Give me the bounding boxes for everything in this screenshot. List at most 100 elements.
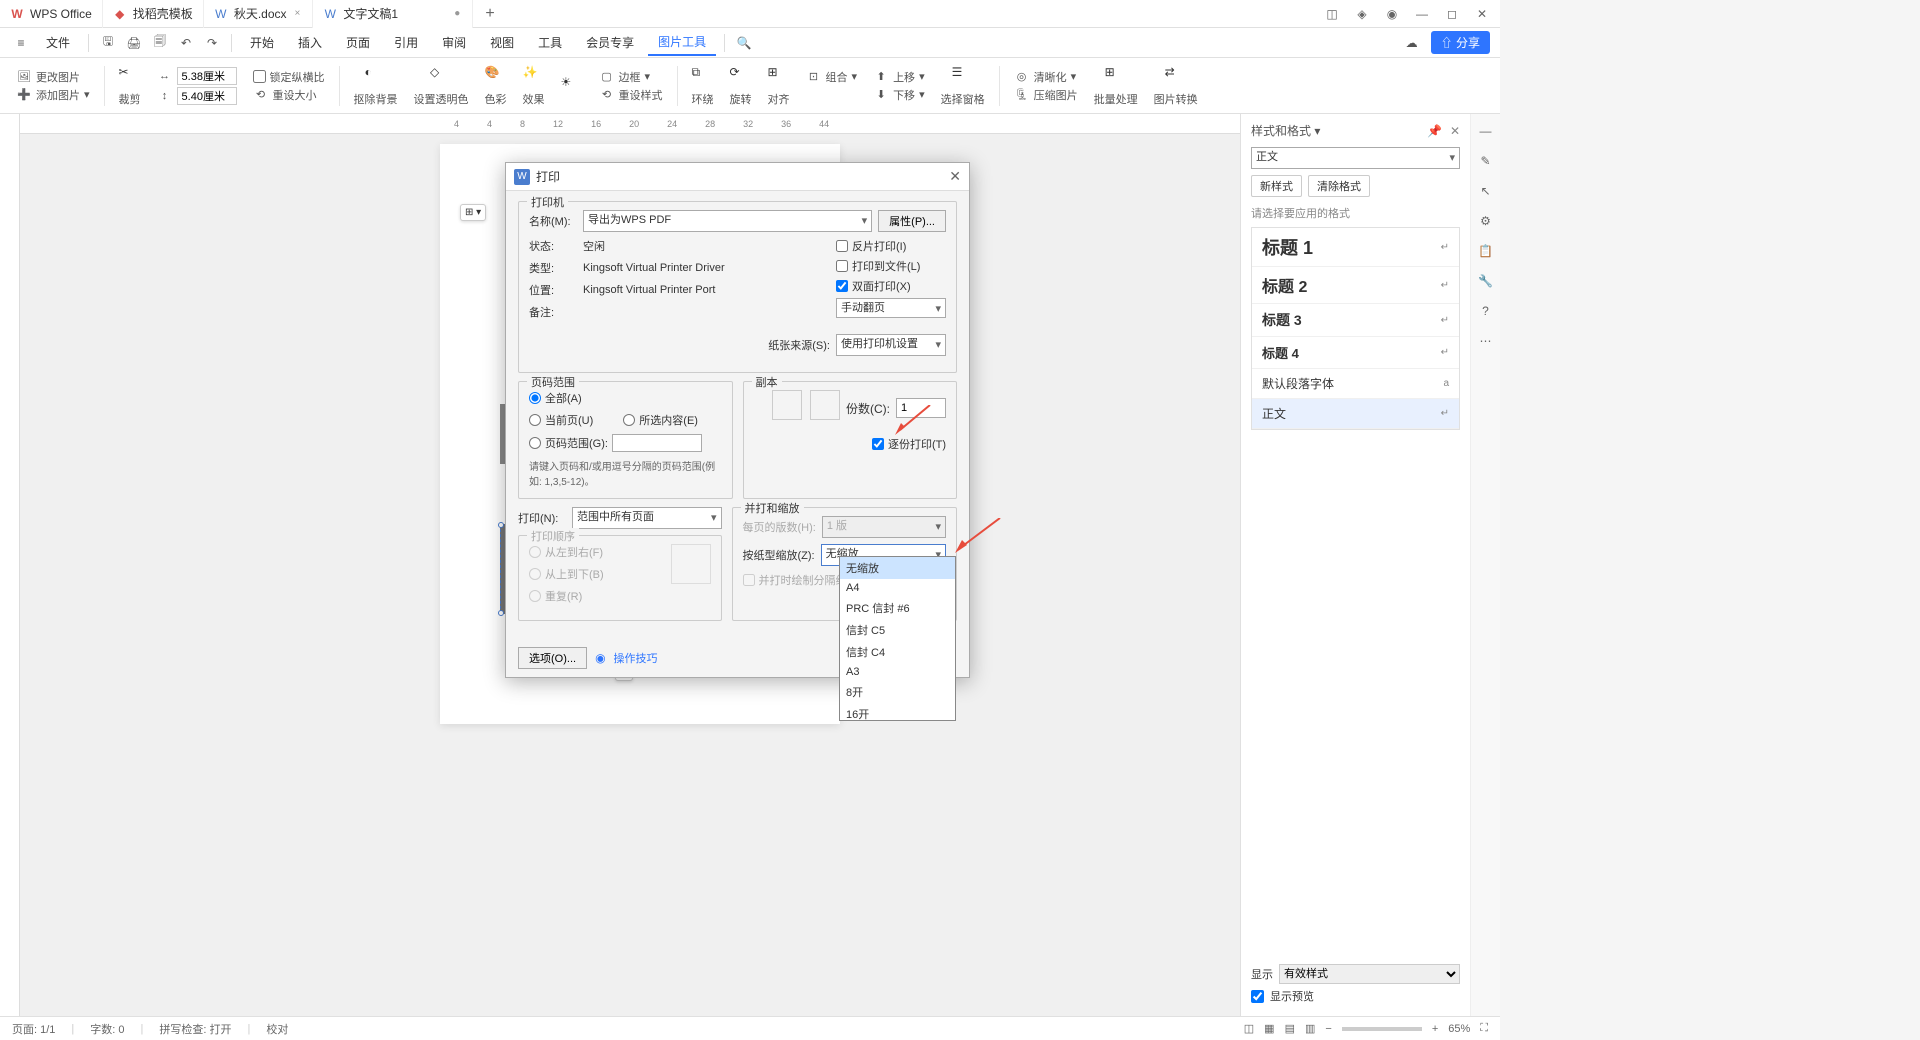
dropdown-item[interactable]: 8开 (840, 681, 955, 703)
zoom-out-icon[interactable]: − (1325, 1023, 1331, 1035)
add-picture-button[interactable]: ➕添加图片 ▾ (16, 87, 90, 103)
style-heading4[interactable]: 标题 4↵ (1252, 337, 1459, 369)
reset-style-button[interactable]: ⟲重设样式 (599, 87, 663, 103)
page-range-input[interactable] (612, 434, 702, 452)
view-icon[interactable]: ▤ (1285, 1022, 1295, 1035)
close-icon[interactable]: ✕ (949, 168, 961, 185)
close-window-icon[interactable]: ✕ (1474, 6, 1490, 22)
view-icon[interactable]: ▦ (1264, 1022, 1274, 1035)
tools-icon[interactable]: 🔧 (1478, 274, 1493, 288)
collapse-icon[interactable]: — (1480, 124, 1492, 138)
menu-icon[interactable]: ≡ (10, 32, 32, 54)
print-icon[interactable]: 🖨 (123, 32, 145, 54)
select-pane-button[interactable]: ☰选择窗格 (935, 63, 991, 109)
window-icon[interactable]: ◫ (1324, 6, 1340, 22)
menu-insert[interactable]: 插入 (288, 30, 332, 55)
duplex-checkbox[interactable]: 双面打印(X) (836, 278, 946, 294)
close-icon[interactable]: × (293, 8, 303, 19)
spell-check-status[interactable]: 拼写检查: 打开 (159, 1021, 231, 1037)
layout-widget[interactable]: ⊞ ▾ (460, 204, 486, 221)
reset-size-button[interactable]: ⟲重设大小 (253, 87, 325, 103)
search-icon[interactable]: 🔍 (733, 32, 755, 54)
height-input[interactable] (177, 87, 237, 105)
collate-checkbox[interactable]: 逐份打印(T) (754, 436, 947, 452)
style-heading2[interactable]: 标题 2↵ (1252, 267, 1459, 304)
clarity-button[interactable]: ◎清晰化 ▾ (1014, 69, 1078, 85)
proof-status[interactable]: 校对 (266, 1021, 288, 1037)
rotate-button[interactable]: ⟳旋转 (724, 63, 758, 109)
close-icon[interactable]: ✕ (1450, 124, 1460, 138)
page-status[interactable]: 页面: 1/1 (12, 1021, 55, 1037)
clipboard-icon[interactable]: 📋 (1478, 244, 1493, 258)
tab-wps-office[interactable]: W WPS Office (0, 0, 103, 28)
color-button[interactable]: 🎨色彩 (479, 63, 513, 109)
style-heading1[interactable]: 标题 1↵ (1252, 228, 1459, 267)
pin-icon[interactable]: 📌 (1427, 124, 1442, 138)
batch-button[interactable]: ⊞批量处理 (1088, 63, 1144, 109)
new-tab-button[interactable]: + (473, 5, 506, 23)
transparent-button[interactable]: ◇设置透明色 (408, 63, 475, 109)
zoom-in-icon[interactable]: + (1432, 1023, 1438, 1035)
border-button[interactable]: ▢边框 ▾ (599, 69, 663, 85)
lock-ratio-checkbox[interactable]: 锁定纵横比 (253, 69, 325, 85)
save-icon[interactable]: 🖫 (97, 32, 119, 54)
style-body[interactable]: 正文↵ (1252, 399, 1459, 429)
menu-start[interactable]: 开始 (240, 30, 284, 55)
dropdown-item[interactable]: 无缩放 (840, 557, 955, 579)
backward-button[interactable]: ⬇下移 ▾ (873, 87, 925, 103)
reverse-print-checkbox[interactable]: 反片打印(I) (836, 238, 946, 254)
resize-handle[interactable] (498, 522, 504, 528)
menu-picture-tools[interactable]: 图片工具 (648, 29, 716, 56)
new-style-button[interactable]: 新样式 (1251, 175, 1302, 197)
preview-checkbox[interactable]: 显示预览 (1251, 988, 1460, 1004)
help-icon[interactable]: ? (1482, 304, 1489, 318)
word-count[interactable]: 字数: 0 (90, 1021, 124, 1037)
print-to-file-checkbox[interactable]: 打印到文件(L) (836, 258, 946, 274)
zoom-value[interactable]: 65% (1448, 1023, 1470, 1035)
show-filter-select[interactable]: 有效样式 (1279, 964, 1460, 984)
menu-page[interactable]: 页面 (336, 30, 380, 55)
close-icon[interactable]: ● (452, 8, 462, 19)
menu-view[interactable]: 视图 (480, 30, 524, 55)
paper-source-select[interactable]: 使用打印机设置 (836, 334, 946, 356)
menu-tools[interactable]: 工具 (528, 30, 572, 55)
convert-button[interactable]: ⇄图片转换 (1148, 63, 1204, 109)
cursor-icon[interactable]: ↖ (1480, 184, 1490, 198)
dropdown-item[interactable]: A4 (840, 579, 955, 597)
remove-bg-button[interactable]: ◐抠除背景 (348, 63, 404, 109)
dropdown-item[interactable]: 16开 (840, 703, 955, 721)
dropdown-item[interactable]: A3 (840, 663, 955, 681)
tab-template[interactable]: ◆ 找稻壳模板 (103, 0, 204, 28)
page-range-radio[interactable]: 页码范围(G): (529, 434, 722, 452)
current-style-select[interactable]: 正文 (1251, 147, 1460, 169)
effect-button[interactable]: ✨效果 (517, 63, 551, 109)
dropdown-item[interactable]: 信封 C5 (840, 619, 955, 641)
redo-icon[interactable]: ↷ (201, 32, 223, 54)
resize-handle[interactable] (498, 610, 504, 616)
forward-button[interactable]: ⬆上移 ▾ (873, 69, 925, 85)
style-heading3[interactable]: 标题 3↵ (1252, 304, 1459, 337)
all-pages-radio[interactable]: 全部(A) (529, 390, 722, 406)
cloud-icon[interactable]: ☁ (1401, 32, 1423, 54)
maximize-icon[interactable]: ◻ (1444, 6, 1460, 22)
align-button[interactable]: ⊞对齐 (762, 63, 796, 109)
printer-select[interactable]: 导出为WPS PDF (583, 210, 872, 232)
flip-select[interactable]: 手动翻页 (836, 298, 946, 318)
zoom-slider[interactable] (1342, 1027, 1422, 1031)
view-icon[interactable]: ▥ (1305, 1022, 1315, 1035)
print-what-select[interactable]: 范围中所有页面 (572, 507, 722, 529)
combine-button[interactable]: ⊡组合 ▾ (806, 69, 858, 85)
avatar-icon[interactable]: ◉ (1384, 6, 1400, 22)
tab-doc-active[interactable]: W 文字文稿1 ● (313, 0, 473, 28)
menu-member[interactable]: 会员专享 (576, 30, 644, 55)
copies-input[interactable] (896, 398, 946, 418)
menu-reference[interactable]: 引用 (384, 30, 428, 55)
clear-format-button[interactable]: 清除格式 (1308, 175, 1370, 197)
dropdown-item[interactable]: 信封 C4 (840, 641, 955, 663)
cube-icon[interactable]: ◈ (1354, 6, 1370, 22)
width-input[interactable] (177, 67, 237, 85)
wrap-button[interactable]: ⧉环绕 (686, 63, 720, 109)
change-picture-button[interactable]: 🖼更改图片 (16, 69, 90, 85)
dropdown-item[interactable]: PRC 信封 #6 (840, 597, 955, 619)
brightness-button[interactable]: ☀ (555, 73, 589, 99)
